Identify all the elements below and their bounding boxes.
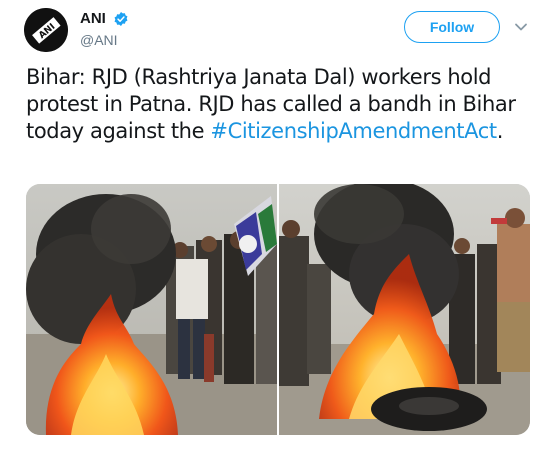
photo-right-image: [279, 184, 530, 435]
tweet-header: ANI ANI @ANI Follow: [0, 0, 560, 56]
protest-fire-photo[interactable]: [26, 184, 277, 435]
chevron-down-icon[interactable]: [514, 20, 528, 34]
author-block[interactable]: ANI @ANI: [80, 10, 129, 48]
verified-badge-icon: [114, 11, 128, 26]
display-name[interactable]: ANI: [80, 10, 106, 27]
burning-tyre-photo[interactable]: [279, 184, 530, 435]
ani-logo-icon: ANI: [24, 8, 68, 52]
follow-button[interactable]: Follow: [404, 11, 500, 43]
photo-left-image: [26, 184, 277, 435]
hashtag-link[interactable]: #CitizenshipAmendmentAct: [210, 119, 497, 143]
avatar[interactable]: ANI: [24, 8, 68, 52]
handle: @ANI: [80, 32, 118, 48]
tweet-text: Bihar: RJD (Rashtriya Janata Dal) worker…: [26, 64, 536, 145]
media-grid: [26, 184, 530, 435]
tweet-text-end: .: [496, 119, 504, 143]
